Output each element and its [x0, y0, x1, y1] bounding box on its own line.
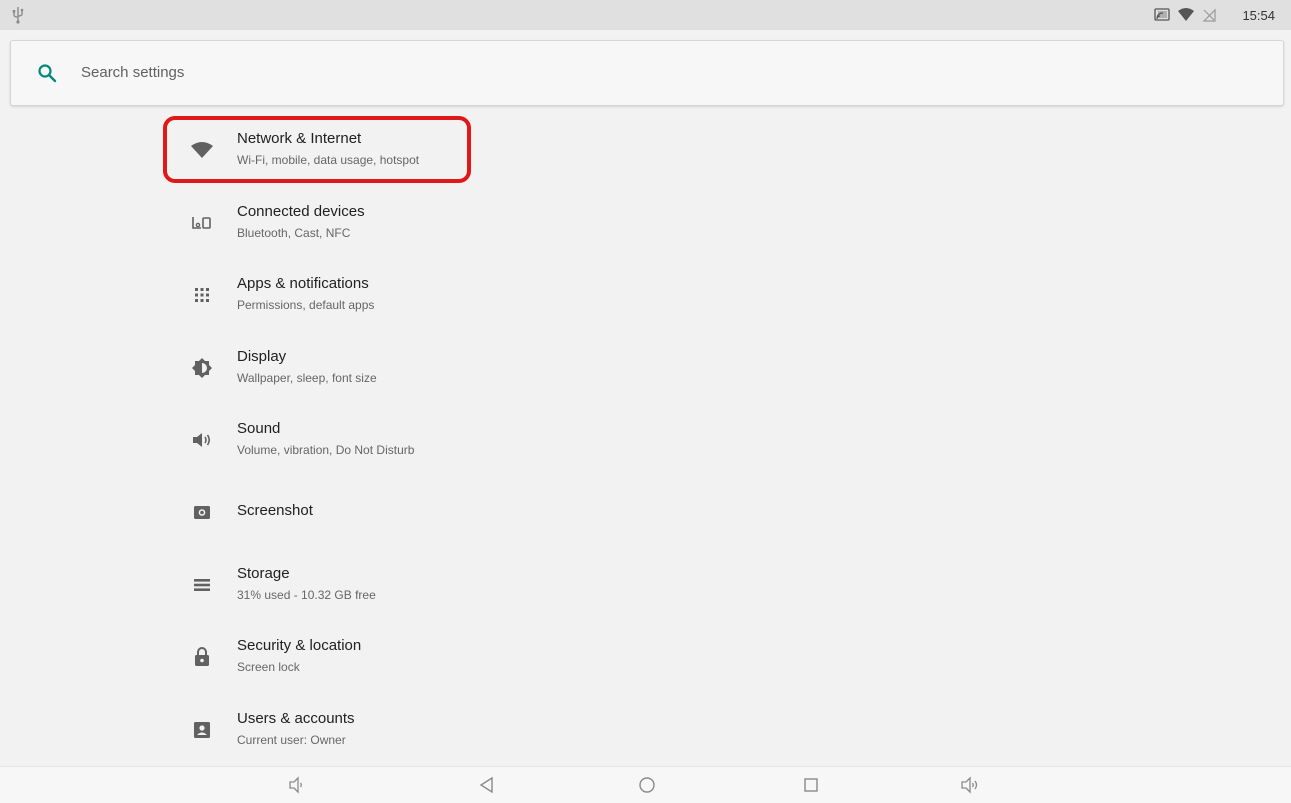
setting-title: Sound — [237, 420, 281, 437]
setting-subtitle: Volume, vibration, Do Not Disturb — [237, 443, 415, 457]
setting-apps-notifications[interactable]: Apps & notifications Permissions, defaul… — [170, 267, 480, 323]
setting-title: Storage — [237, 565, 290, 582]
setting-storage[interactable]: Storage 31% used - 10.32 GB free — [170, 557, 480, 613]
no-sim-icon — [1203, 8, 1217, 22]
wifi-icon — [1178, 8, 1195, 21]
volume-up-icon[interactable] — [958, 773, 982, 797]
setting-subtitle: Permissions, default apps — [237, 298, 375, 312]
setting-title: Security & location — [237, 637, 362, 654]
setting-display[interactable]: Display Wallpaper, sleep, font size — [170, 340, 480, 396]
navigation-bar — [0, 766, 1291, 803]
setting-title: Connected devices — [237, 203, 365, 220]
recents-icon[interactable] — [799, 773, 823, 797]
setting-subtitle: Screen lock — [237, 660, 300, 674]
clock: 15:54 — [1242, 7, 1275, 23]
search-input[interactable]: Search settings — [81, 64, 184, 81]
account-box-icon — [191, 719, 213, 741]
setting-subtitle: 31% used - 10.32 GB free — [237, 588, 376, 602]
brightness-icon — [191, 357, 213, 379]
storage-icon — [191, 574, 213, 596]
setting-title: Users & accounts — [237, 710, 355, 727]
home-icon[interactable] — [635, 773, 659, 797]
devices-icon — [191, 212, 213, 234]
setting-title: Screenshot — [237, 502, 313, 519]
apps-grid-icon — [191, 284, 213, 306]
setting-sound[interactable]: Sound Volume, vibration, Do Not Disturb — [170, 412, 480, 468]
setting-security-location[interactable]: Security & location Screen lock — [170, 629, 480, 685]
volume-icon — [191, 429, 213, 451]
setting-subtitle: Wallpaper, sleep, font size — [237, 371, 377, 385]
setting-title: Apps & notifications — [237, 275, 369, 292]
setting-title: Display — [237, 348, 287, 365]
highlight-box — [163, 116, 471, 183]
search-icon — [38, 64, 57, 83]
lock-icon — [191, 646, 213, 668]
search-bar[interactable]: Search settings — [10, 40, 1284, 106]
setting-subtitle: Bluetooth, Cast, NFC — [237, 226, 351, 240]
back-icon[interactable] — [475, 773, 499, 797]
setting-screenshot[interactable]: Screenshot — [170, 484, 480, 540]
cast-icon — [1154, 8, 1171, 21]
usb-icon — [12, 7, 24, 24]
setting-users-accounts[interactable]: Users & accounts Current user: Owner — [170, 702, 480, 758]
volume-down-icon[interactable] — [285, 773, 309, 797]
setting-connected-devices[interactable]: Connected devices Bluetooth, Cast, NFC — [170, 195, 480, 251]
status-bar: 15:54 — [0, 0, 1291, 30]
setting-subtitle: Current user: Owner — [237, 733, 346, 747]
camera-icon — [191, 501, 213, 523]
